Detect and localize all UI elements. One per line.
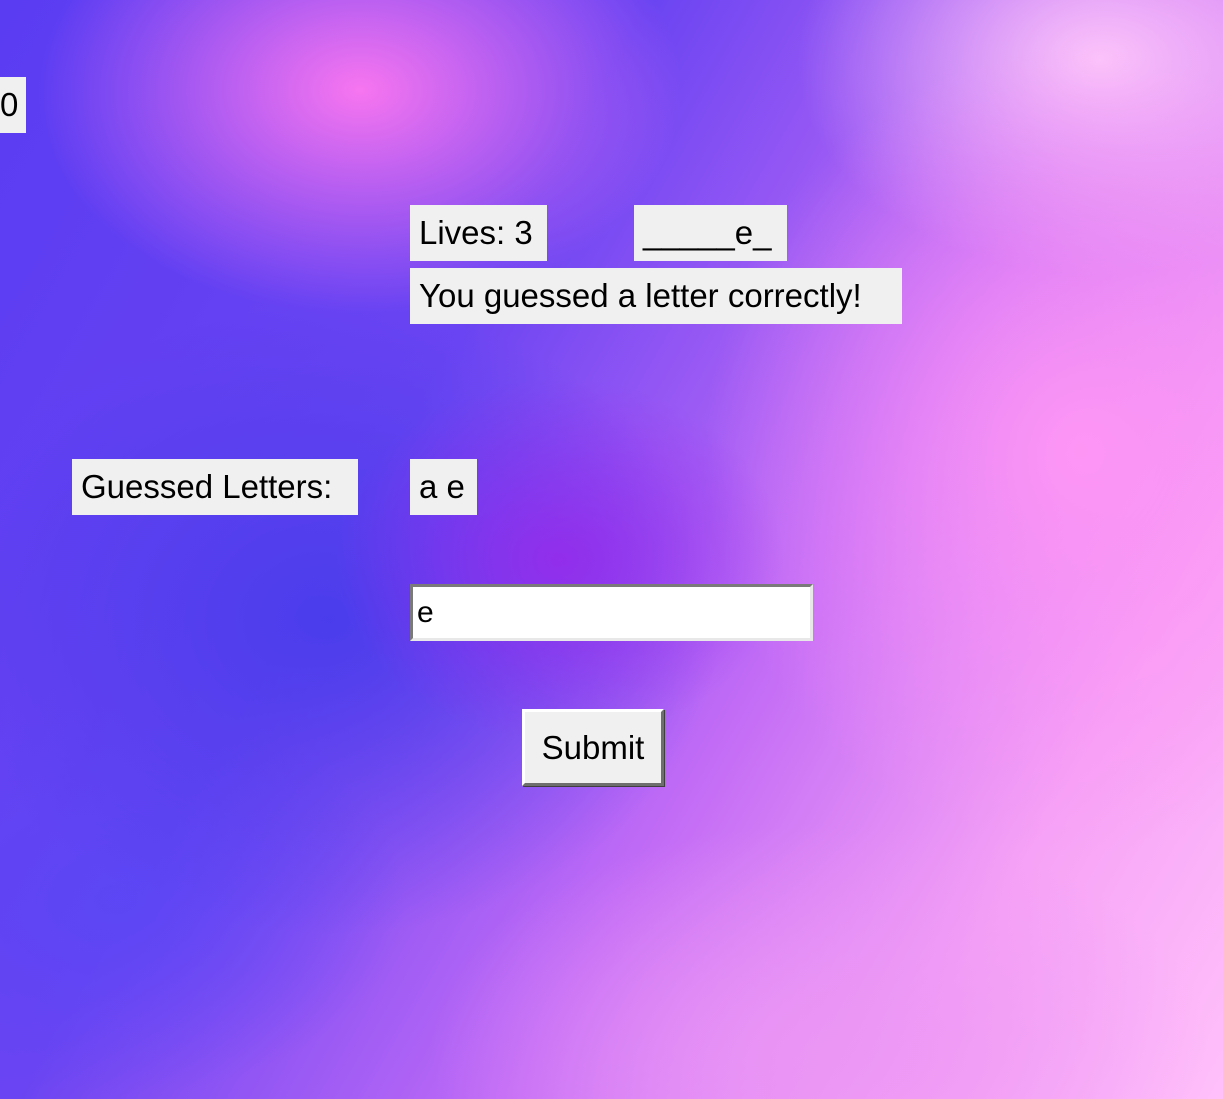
guessed-letters-title: Guessed Letters:: [72, 459, 358, 515]
lives-label: Lives: 3: [410, 205, 547, 261]
submit-button[interactable]: Submit: [522, 709, 664, 786]
status-message: You guessed a letter correctly!: [410, 268, 902, 324]
guessed-letters-value: a e: [410, 459, 477, 515]
score-label: 0: [0, 77, 27, 133]
word-display: _____e_: [634, 205, 787, 261]
guess-input[interactable]: [410, 584, 813, 641]
